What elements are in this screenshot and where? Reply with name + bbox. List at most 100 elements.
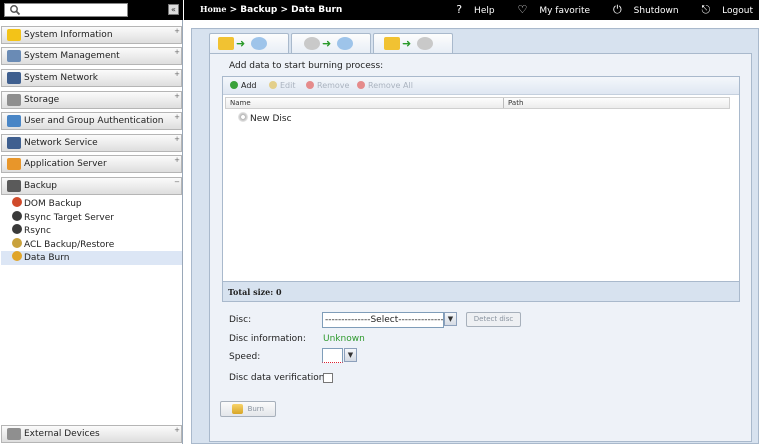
rsync-icon bbox=[12, 224, 22, 234]
logout-link[interactable]: ⎋ Logout bbox=[691, 3, 753, 16]
folder-icon bbox=[218, 37, 234, 50]
burn-list: Add Edit Remove Remove All Name Path New… bbox=[222, 76, 740, 302]
sidebar-topbar: « bbox=[0, 0, 183, 20]
sidebar-item-rsync[interactable]: Rsync bbox=[12, 224, 51, 237]
breadcrumb: Home > Backup > Data Burn bbox=[200, 4, 342, 15]
sidebar-section-user-group-auth[interactable]: User and Group Authentication + bbox=[1, 112, 182, 130]
rsync-target-icon bbox=[12, 211, 22, 221]
sidebar-item-label: ACL Backup/Restore bbox=[24, 240, 115, 250]
expand-icon[interactable]: + bbox=[174, 70, 180, 78]
logout-label: Logout bbox=[722, 6, 753, 16]
tab-folder-to-disc[interactable]: ➜ bbox=[209, 33, 289, 53]
disc-select[interactable]: --------------Select--------------- bbox=[322, 312, 444, 328]
column-path[interactable]: Path bbox=[508, 99, 523, 107]
main-panel: ➜ ➜ ➜ Add data to start burning process:… bbox=[191, 28, 759, 444]
tab-disc-to-disc[interactable]: ➜ bbox=[291, 33, 371, 53]
expand-icon[interactable]: + bbox=[174, 135, 180, 143]
collapse-sidebar-button[interactable]: « bbox=[168, 4, 179, 15]
column-header: Name Path bbox=[225, 97, 730, 109]
external-devices-icon bbox=[7, 428, 21, 440]
total-bar: Total size: 0 bbox=[223, 281, 739, 301]
backup-icon bbox=[7, 180, 21, 192]
sidebar-item-dom-backup[interactable]: DOM Backup bbox=[12, 197, 82, 210]
sidebar-section-backup[interactable]: Backup − bbox=[1, 177, 182, 195]
info-icon bbox=[7, 29, 21, 41]
sidebar-item-data-burn[interactable]: Data Burn bbox=[12, 251, 69, 264]
search-input[interactable] bbox=[4, 3, 128, 17]
tab-folder-to-image[interactable]: ➜ bbox=[373, 33, 453, 53]
edit-label: Edit bbox=[280, 81, 296, 90]
storage-icon bbox=[7, 94, 21, 106]
sidebar: « System Information + System Management… bbox=[0, 0, 183, 444]
sidebar-section-external-devices[interactable]: External Devices + bbox=[1, 425, 182, 443]
speed-label: Speed: bbox=[229, 352, 261, 362]
power-icon: ⏻ bbox=[612, 3, 622, 16]
list-toolbar: Add Edit Remove Remove All bbox=[223, 77, 739, 95]
remove-label: Remove bbox=[317, 81, 350, 90]
expand-icon[interactable]: + bbox=[174, 92, 180, 100]
verify-checkbox[interactable] bbox=[323, 373, 333, 383]
column-divider[interactable] bbox=[503, 98, 504, 108]
top-links: ? Help ♡ My favorite ⏻ Shutdown ⎋ Logout bbox=[436, 3, 753, 17]
detect-disc-button[interactable]: Detect disc bbox=[466, 312, 521, 327]
chevron-down-icon[interactable]: ▼ bbox=[444, 312, 457, 326]
add-button[interactable]: Add bbox=[230, 81, 257, 90]
sidebar-section-storage[interactable]: Storage + bbox=[1, 91, 182, 109]
verify-label: Disc data verification: bbox=[229, 373, 328, 383]
expand-icon[interactable]: + bbox=[174, 48, 180, 56]
list-item[interactable]: New Disc bbox=[238, 112, 292, 124]
disc-label: Disc: bbox=[229, 315, 252, 325]
acl-icon bbox=[12, 238, 22, 248]
search-icon[interactable] bbox=[9, 4, 21, 16]
sidebar-section-network-service[interactable]: Network Service + bbox=[1, 134, 182, 152]
list-item-name: New Disc bbox=[250, 114, 292, 124]
breadcrumb-home-link[interactable]: Home bbox=[200, 4, 226, 14]
folder-icon bbox=[384, 37, 400, 50]
breadcrumb-path: > Backup > Data Burn bbox=[226, 5, 343, 15]
expand-icon[interactable]: + bbox=[174, 27, 180, 35]
sidebar-section-system-information[interactable]: System Information + bbox=[1, 26, 182, 44]
sidebar-section-label: System Information bbox=[24, 30, 113, 40]
add-label: Add bbox=[241, 81, 257, 90]
chevron-down-icon[interactable]: ▼ bbox=[344, 348, 357, 362]
sidebar-section-system-management[interactable]: System Management + bbox=[1, 47, 182, 65]
remove-icon bbox=[306, 81, 314, 89]
sidebar-item-label: Data Burn bbox=[24, 253, 70, 263]
favorite-link[interactable]: ♡ My favorite bbox=[507, 3, 590, 16]
remove-button[interactable]: Remove bbox=[306, 81, 349, 90]
burn-icon bbox=[232, 404, 243, 414]
expand-icon[interactable]: + bbox=[174, 113, 180, 121]
help-label: Help bbox=[474, 6, 495, 16]
add-icon bbox=[230, 81, 238, 89]
network-icon bbox=[7, 72, 21, 84]
disc-icon bbox=[337, 37, 353, 50]
remove-all-button[interactable]: Remove All bbox=[357, 81, 413, 90]
disc-info-label: Disc information: bbox=[229, 334, 306, 344]
add-data-label: Add data to start burning process: bbox=[229, 61, 384, 71]
burn-label: Burn bbox=[247, 405, 264, 413]
expand-icon[interactable]: + bbox=[174, 426, 180, 434]
help-icon: ? bbox=[456, 3, 463, 16]
sidebar-section-label: Network Service bbox=[24, 138, 98, 148]
remove-all-icon bbox=[357, 81, 365, 89]
sidebar-section-label: External Devices bbox=[24, 429, 100, 439]
burn-button[interactable]: Burn bbox=[220, 401, 276, 417]
sidebar-section-application-server[interactable]: Application Server + bbox=[1, 155, 182, 173]
shutdown-link[interactable]: ⏻ Shutdown bbox=[603, 3, 679, 16]
edit-button[interactable]: Edit bbox=[269, 81, 296, 90]
total-size: Total size: 0 bbox=[228, 287, 282, 297]
sidebar-section-label: System Network bbox=[24, 73, 98, 83]
sidebar-item-label: DOM Backup bbox=[24, 199, 82, 209]
collapse-icon[interactable]: − bbox=[174, 178, 180, 186]
disc-icon bbox=[304, 37, 320, 50]
data-burn-icon bbox=[12, 251, 22, 261]
help-link[interactable]: ? Help bbox=[446, 3, 495, 16]
sidebar-item-rsync-target-server[interactable]: Rsync Target Server bbox=[12, 211, 114, 224]
speed-select[interactable] bbox=[322, 348, 343, 363]
sidebar-section-system-network[interactable]: System Network + bbox=[1, 69, 182, 87]
arrow-icon: ➜ bbox=[402, 37, 412, 50]
expand-icon[interactable]: + bbox=[174, 156, 180, 164]
column-name[interactable]: Name bbox=[230, 99, 251, 107]
remove-all-label: Remove All bbox=[368, 81, 413, 90]
sidebar-item-acl-backup-restore[interactable]: ACL Backup/Restore bbox=[12, 238, 114, 251]
